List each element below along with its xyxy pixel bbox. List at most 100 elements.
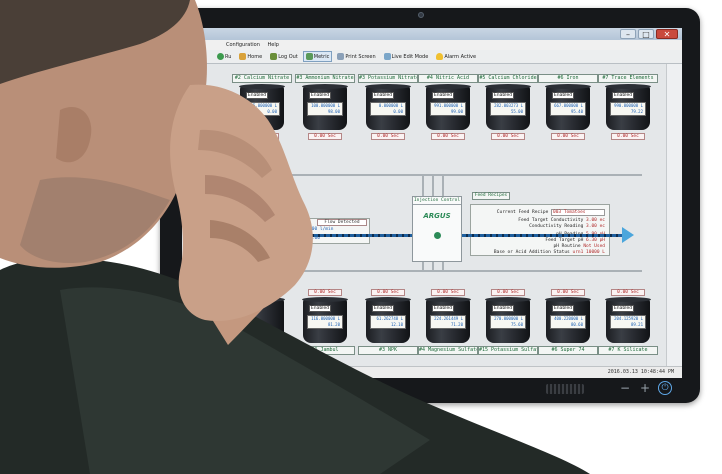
tank-level: 55.00 <box>510 109 523 114</box>
tank-unit[interactable]: #4 Nitric Acid Enabled 991.000000 L 99.00… <box>418 74 478 140</box>
flow-rate-row: w Rate LPM 90.000000 l/min <box>263 227 333 232</box>
tank-unit[interactable]: Magnesium Nitrate <box>232 286 292 355</box>
injection-control-panel[interactable]: Injection Control ARGUS <box>412 196 462 262</box>
tank-unit[interactable]: 0.00 Sec Enabled 61.262748 L 12.10 #3 NPK <box>358 286 418 355</box>
log-out-button[interactable]: Log Out <box>267 51 301 62</box>
tank-readout: 991.000000 L 99.00 <box>430 102 466 116</box>
tank-state[interactable]: Enabled <box>372 92 394 99</box>
tank-state[interactable]: Enabled <box>246 92 268 99</box>
ph-routine-row: pH Routine Not Used <box>554 244 606 249</box>
tank-state[interactable]: Enabled <box>552 92 574 99</box>
tank-name: #6 Super 74 <box>538 346 598 355</box>
print-screen-button[interactable]: Print Screen <box>334 51 378 62</box>
tank-name: #2 Calcium Nitrate <box>232 74 292 83</box>
minimize-button[interactable]: – <box>620 29 636 39</box>
tank-unit[interactable]: 0.00 Sec Enabled 224.261449 L 71.20 #4 Ma… <box>418 286 478 355</box>
tank-name: #1 Jambul <box>295 346 355 355</box>
tank-state[interactable]: Enabled <box>492 92 514 99</box>
top-riser-pipe <box>422 174 424 196</box>
flow-panel: Flow Detected w Rate LPM 90.000000 l/min… <box>260 218 370 244</box>
bottom-riser-pipe <box>422 262 424 272</box>
play-icon <box>217 53 224 60</box>
tank-name: #7 Trace Elements <box>598 74 658 83</box>
tank-icon: Enabled 400.220000 L 80.60 <box>545 297 591 343</box>
tank-time: 0.00 Sec <box>245 133 279 140</box>
run-button[interactable]: Ru <box>214 51 234 62</box>
current-feed-recipe-label: Current Feed Recipe <box>496 210 549 215</box>
feed-target-ph-row: Feed Target pH 6.30 pH <box>545 238 605 243</box>
flow-rate-label: w Rate LPM <box>263 227 291 232</box>
tank-state[interactable]: Enabled <box>309 92 331 99</box>
tank-time: 0.00 Sec <box>371 133 405 140</box>
tank-time: 0.00 Sec <box>551 289 585 296</box>
tank-level: 95.40 <box>570 109 583 114</box>
log-out-label: Log Out <box>278 53 298 60</box>
tank-state[interactable]: Enabled <box>552 305 574 312</box>
tank-state[interactable]: Enabled <box>612 305 634 312</box>
tank-time: 0.00 Sec <box>308 289 342 296</box>
status-bar-time: 2016.03.13 10:48:44 PM <box>182 366 682 378</box>
plus-hardware-button[interactable]: + <box>638 381 652 395</box>
power-icon[interactable]: ⏻ <box>658 381 672 395</box>
tank-state[interactable]: Enabled <box>432 92 454 99</box>
home-button[interactable]: Home <box>236 51 265 62</box>
window-controls: – □ ✕ <box>620 29 678 39</box>
tank-level: 81.20 <box>327 322 340 327</box>
tank-icon <box>239 297 285 343</box>
tank-unit[interactable]: #7 Trace Elements Enabled 990.000000 L 79… <box>598 74 658 140</box>
tank-level: 71.20 <box>450 322 463 327</box>
tank-unit[interactable]: #6 Iron Enabled 667.000000 L 95.40 0.00 S… <box>538 74 598 140</box>
tank-state[interactable]: Enabled <box>309 305 331 312</box>
scene: – □ ✕ Configuration Help Ru Home Log Out… <box>0 0 722 474</box>
tank-name: #3 Ammonium Nitrate <box>295 74 355 83</box>
vertical-scrollbar[interactable] <box>666 64 682 366</box>
tank-unit[interactable]: 0.00 Sec Enabled 400.220000 L 80.60 #6 Su… <box>538 286 598 355</box>
tank-unit[interactable]: #2 Calcium Nitrate Enabled 5.000000 L 0.0… <box>232 74 292 140</box>
home-label: Home <box>247 53 263 60</box>
tank-time: 0.00 Sec <box>551 133 585 140</box>
bottom-riser-pipe <box>442 262 444 272</box>
feed-recipes-tab[interactable]: Feed Recipes <box>472 192 510 200</box>
tank-level: 80.60 <box>570 322 583 327</box>
minus-hardware-button[interactable]: − <box>618 381 632 395</box>
tank-unit[interactable]: 0.00 Sec Enabled 116.000000 L 81.20 #1 Ja… <box>295 286 355 355</box>
tank-icon: Enabled 990.000000 L 79.22 <box>605 84 651 130</box>
metric-icon <box>305 53 313 60</box>
maximize-button[interactable]: □ <box>638 29 654 39</box>
tank-readout: 224.261449 L 71.20 <box>430 315 466 329</box>
tank-state[interactable]: Enabled <box>432 305 454 312</box>
tank-level: 12.10 <box>390 322 403 327</box>
feed-target-ph-value: 6.30 pH <box>586 238 605 243</box>
tank-readout: 204.125920 L 89.21 <box>610 315 646 329</box>
menu-help[interactable]: Help <box>268 42 279 48</box>
current-feed-recipe-value[interactable]: 003 Tomatoes <box>551 209 605 216</box>
tank-unit[interactable]: 0.00 Sec Enabled 204.125920 L 89.21 #7 K … <box>598 286 658 355</box>
tank-unit[interactable]: #3 Ammonium Nitrate Enabled 100.000000 L… <box>295 74 355 140</box>
tank-readout: 400.220000 L 80.60 <box>550 315 586 329</box>
alarm-active-button[interactable]: Alarm Active <box>433 51 479 62</box>
tank-icon: Enabled 282.003273 L 55.00 <box>485 84 531 130</box>
tank-readout: 270.000000 L 75.60 <box>490 315 526 329</box>
monitor: – □ ✕ Configuration Help Ru Home Log Out… <box>160 8 700 403</box>
tank-state[interactable]: Enabled <box>492 305 514 312</box>
tank-state[interactable]: Enabled <box>372 305 394 312</box>
title-bar[interactable]: – □ ✕ <box>182 28 682 40</box>
tank-readout: 100.000000 L 98.00 <box>307 102 343 116</box>
ph-routine-label: pH Routine <box>553 244 581 249</box>
conductivity-reading-row: Conductivity Reading 3.00 ec <box>529 224 605 229</box>
tank-unit[interactable]: #5 Calcium Chloride Enabled 282.003273 L… <box>478 74 538 140</box>
tank-unit[interactable]: #3 Potassium Nitrate Enabled 0.000000 L0… <box>358 74 418 140</box>
ph-routine-value: Not Used <box>583 244 605 249</box>
tank-state[interactable]: Enabled <box>612 92 634 99</box>
tank-unit[interactable]: 0.00 Sec Enabled 270.000000 L 75.60 #15 P… <box>478 286 538 355</box>
tank-time: 0.00 Sec <box>491 133 525 140</box>
tank-readout: 5.000000 L 0.00 <box>244 102 280 116</box>
live-edit-mode-button[interactable]: Live Edit Mode <box>381 51 432 62</box>
print-screen-label: Print Screen <box>345 53 376 60</box>
metric-button[interactable]: Metric <box>302 51 333 62</box>
feed-recipe-panel: Current Feed Recipe 003 Tomatoes Feed Ta… <box>470 204 610 256</box>
close-button[interactable]: ✕ <box>656 29 678 39</box>
tank-readout: 667.000000 L 95.40 <box>550 102 586 116</box>
menu-configuration[interactable]: Configuration <box>226 42 260 48</box>
logout-icon <box>270 53 278 60</box>
